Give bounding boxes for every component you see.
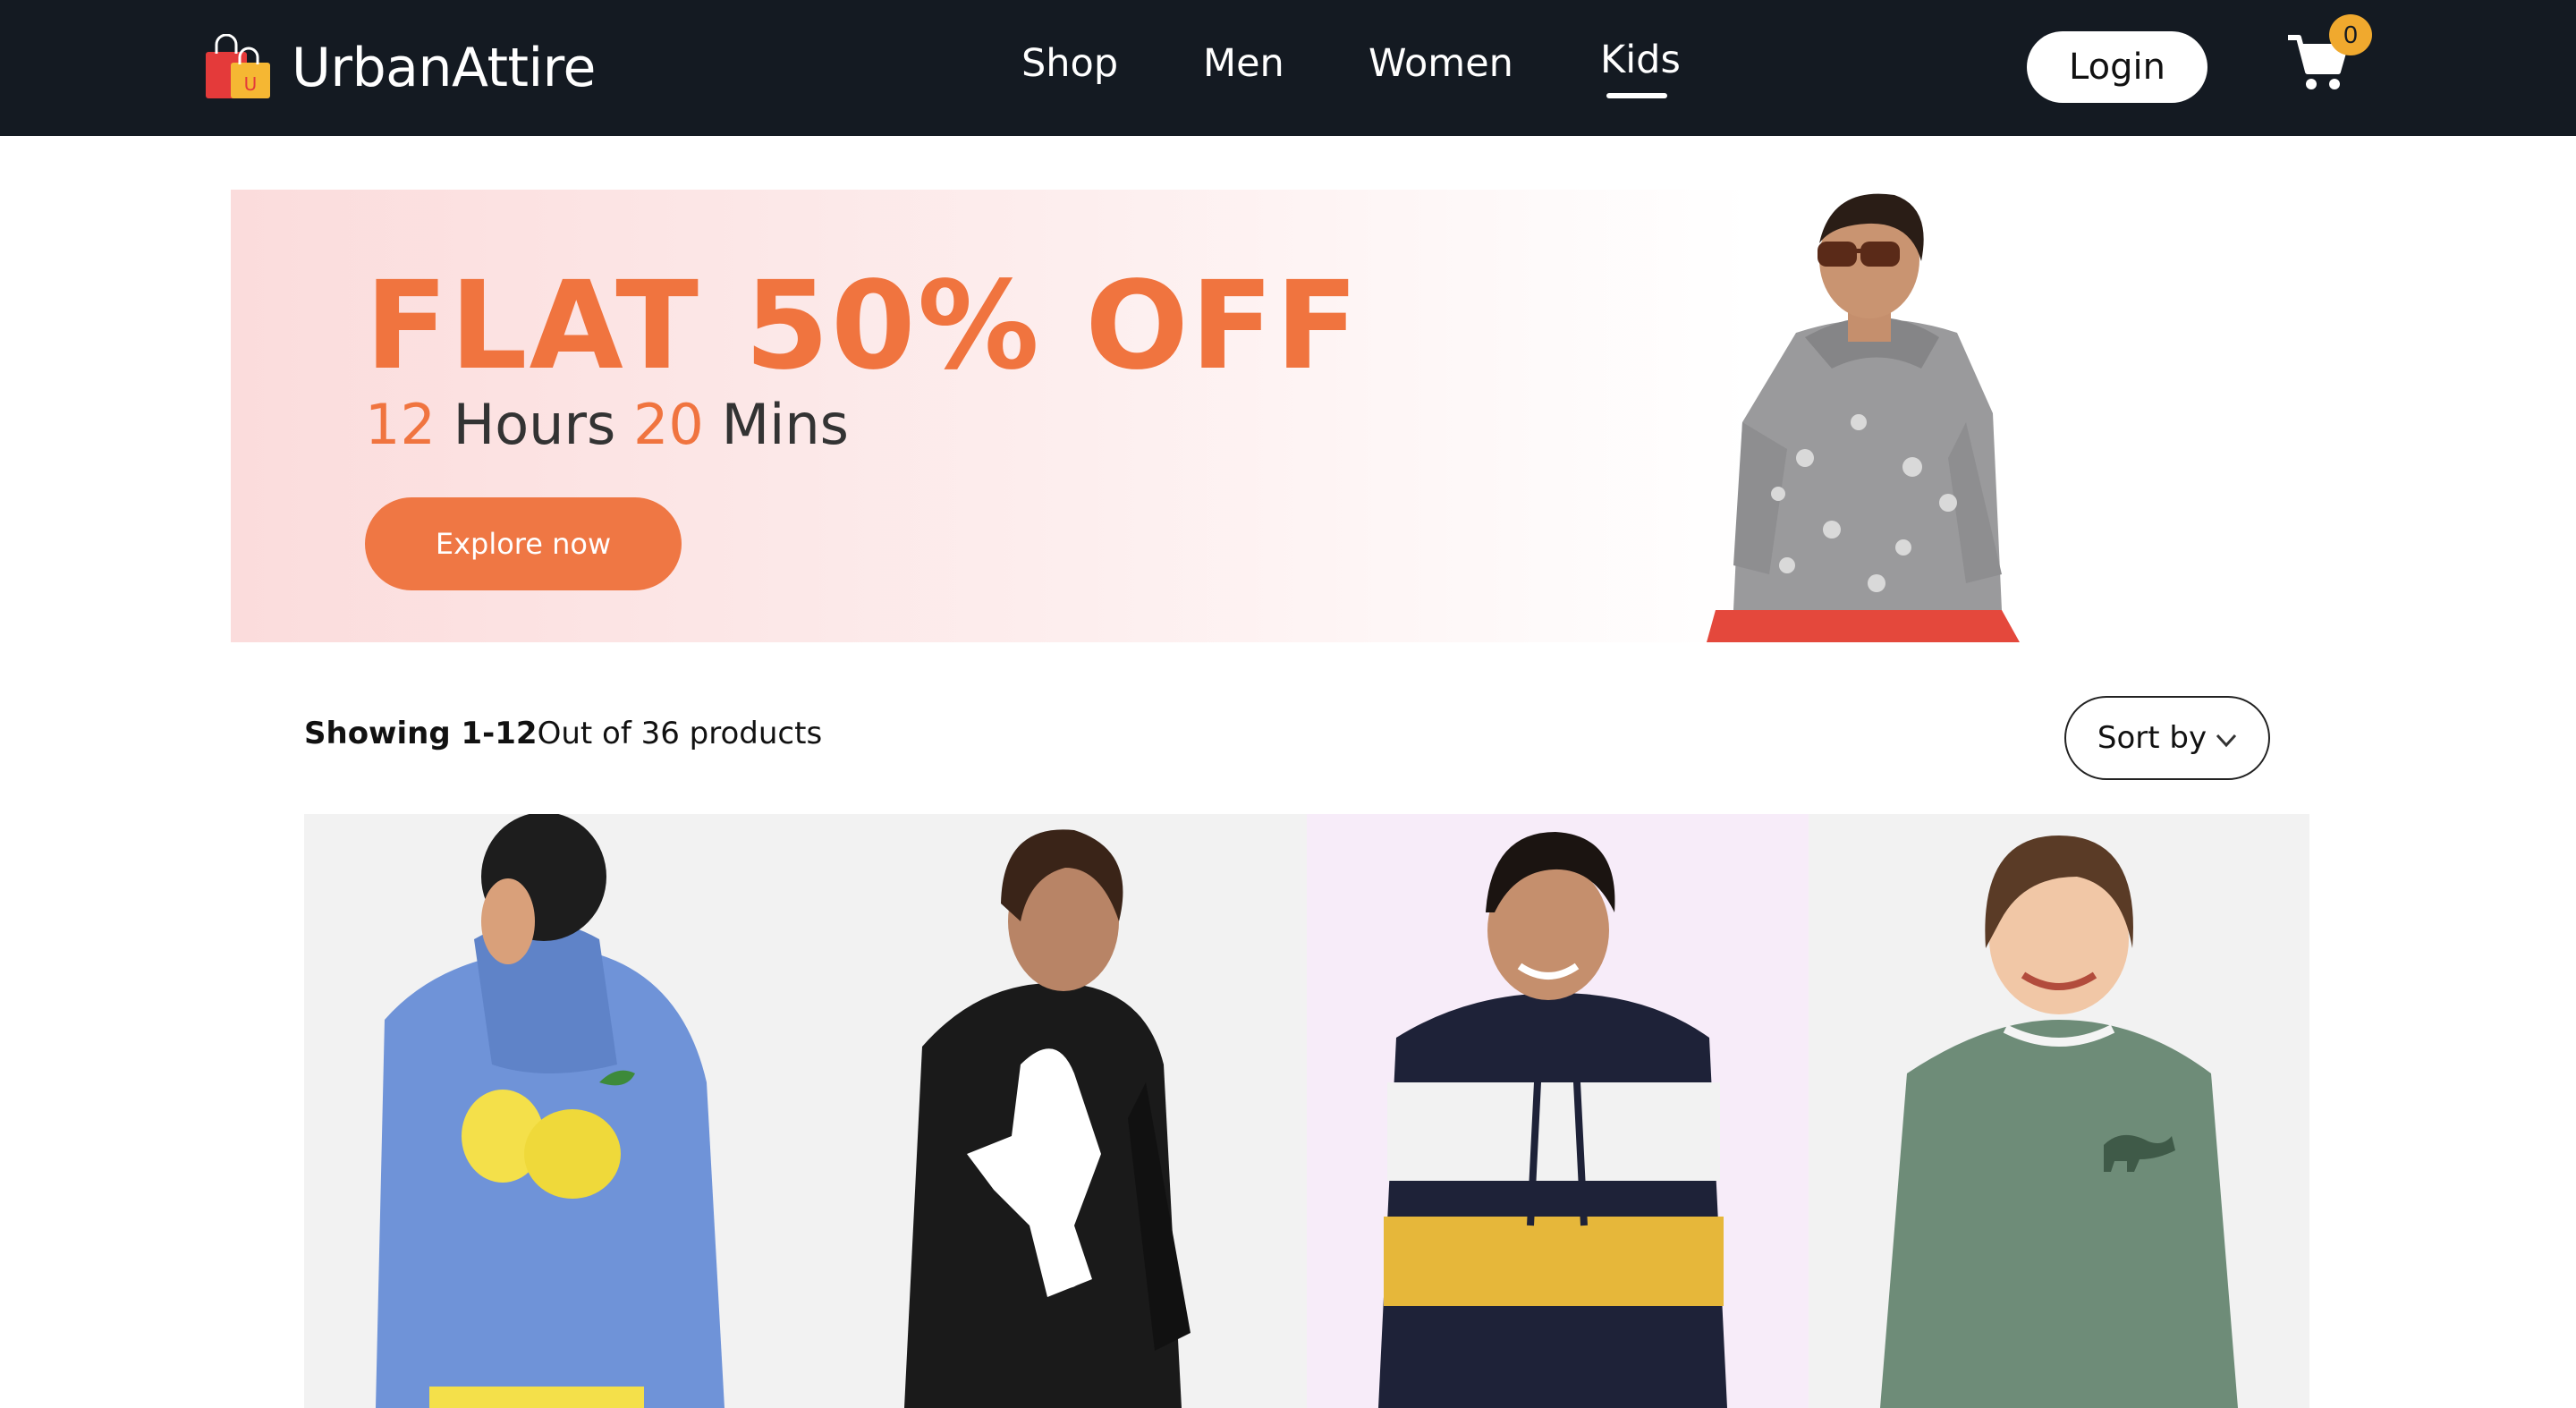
brand-logo[interactable]: U UrbanAttire xyxy=(204,32,596,104)
explore-now-button[interactable]: Explore now xyxy=(365,497,682,590)
product-card-striped-hoodie[interactable] xyxy=(1307,814,1809,1408)
shopping-bag-icon: U xyxy=(206,34,270,98)
active-nav-indicator xyxy=(1606,93,1667,98)
product-grid xyxy=(304,814,2309,1408)
chevron-down-icon xyxy=(2216,734,2237,748)
countdown-hours-label: Hours xyxy=(453,392,616,457)
countdown-hours: 12 xyxy=(365,392,436,457)
brand-name: UrbanAttire xyxy=(292,37,596,99)
product-card-green-dino-sweatshirt[interactable] xyxy=(1808,814,2309,1408)
nav-item-women[interactable]: Women xyxy=(1368,41,1513,86)
countdown-mins: 20 xyxy=(632,392,704,457)
svg-text:U: U xyxy=(244,73,258,95)
product-image xyxy=(1378,832,1727,1408)
results-total: Out of 36 products xyxy=(537,716,823,751)
top-navbar: U UrbanAttire Shop Men Women Kids Login … xyxy=(0,0,2576,136)
nav-item-kids[interactable]: Kids xyxy=(1600,38,1681,82)
product-image xyxy=(376,814,724,1408)
results-range: Showing 1-12 xyxy=(304,716,538,751)
results-summary: Showing 1-12Out of 36 products xyxy=(304,716,822,751)
product-card-blue-lemon-hoodie[interactable] xyxy=(304,814,806,1408)
login-button[interactable]: Login xyxy=(2027,31,2207,103)
banner-title: FLAT 50% OFF xyxy=(365,256,1360,397)
sort-label: Sort by xyxy=(2097,720,2207,756)
countdown-mins-label: Mins xyxy=(721,392,849,457)
sort-dropdown[interactable]: Sort by xyxy=(2064,696,2270,780)
product-image xyxy=(1879,835,2238,1408)
nav-item-men[interactable]: Men xyxy=(1203,41,1284,86)
banner-model-image xyxy=(1707,193,2020,642)
cart-count-badge: 0 xyxy=(2329,14,2372,55)
product-card-black-football-hoodie[interactable] xyxy=(805,814,1307,1408)
sale-countdown: 12 Hours 20 Mins xyxy=(365,392,849,457)
product-image xyxy=(903,829,1191,1408)
nav-item-shop[interactable]: Shop xyxy=(1021,41,1118,86)
promo-banner: FLAT 50% OFF 12 Hours 20 Mins Explore no… xyxy=(231,190,2342,642)
